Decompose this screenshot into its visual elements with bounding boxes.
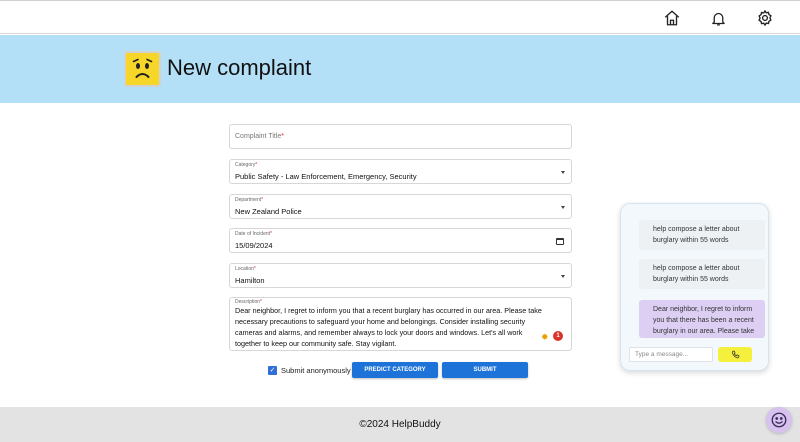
home-icon[interactable] [662,8,682,28]
predict-category-button[interactable]: PREDICT CATEGORY [352,362,438,378]
date-label: Date of Incident* [235,231,272,237]
chevron-down-icon [561,206,565,209]
chevron-down-icon [561,171,565,174]
location-value: Hamilton [235,276,265,285]
calendar-icon[interactable] [556,238,564,245]
location-label: Location* [235,266,256,272]
page-header-banner: New complaint [0,35,800,103]
anonymous-checkbox[interactable]: ✓ [268,366,277,375]
bell-icon[interactable] [708,8,728,28]
incident-date-field[interactable]: Date of Incident* 15/09/2024 [229,228,572,253]
chat-panel: help compose a letter about burglary wit… [620,203,769,371]
category-select[interactable]: Category* Public Safety - Law Enforcemen… [229,159,572,184]
footer: ©2024 HelpBuddy [0,407,800,442]
chat-message-input[interactable]: Type a message... [629,347,713,362]
anonymous-checkbox-label: Submit anonymously [281,366,351,375]
description-text: Dear neighbor, I regret to inform you th… [235,306,542,348]
date-value: 15/09/2024 [235,241,273,250]
gear-icon[interactable] [755,8,775,28]
page-title: New complaint [167,55,312,80]
chat-message-user: help compose a letter about burglary wit… [639,220,765,250]
submit-button[interactable]: SUBMIT [442,362,528,378]
location-select[interactable]: Location* Hamilton [229,263,572,288]
chat-message-user: help compose a letter about burglary wit… [639,259,765,289]
department-label: Department* [235,197,264,203]
notification-badge: 1 [553,331,563,341]
chat-message-bot: Dear neighbor, I regret to inform you th… [639,300,765,338]
raised-hands-icon: ✸ [541,332,549,342]
worried-face-icon [124,51,161,87]
category-value: Public Safety - Law Enforcement, Emergen… [235,172,417,181]
phone-icon[interactable] [718,347,752,362]
complaint-title-placeholder: Complaint Title* [235,133,285,140]
chevron-down-icon [561,275,565,278]
category-label: Category* [235,162,258,168]
copyright-text: ©2024 HelpBuddy [359,419,441,430]
chatbot-smiley-icon[interactable] [766,407,792,433]
department-value: New Zealand Police [235,207,302,216]
top-nav-bar [0,0,800,34]
description-textarea[interactable]: Description* Dear neighbor, I regret to … [229,297,572,351]
department-select[interactable]: Department* New Zealand Police [229,194,572,219]
complaint-title-field[interactable]: Complaint Title* [229,124,572,149]
